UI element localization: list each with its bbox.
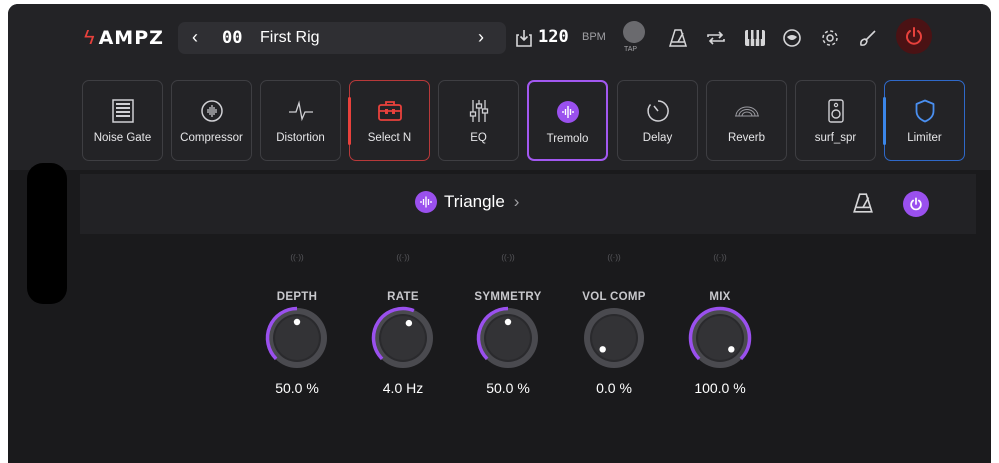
- metronome-icon[interactable]: [666, 26, 690, 50]
- knob-value: 4.0 Hz: [382, 380, 424, 396]
- pedal-label: EQ: [470, 132, 487, 144]
- pedal-compressor[interactable]: Compressor: [171, 80, 252, 161]
- pedal-reverb[interactable]: Reverb: [706, 80, 787, 161]
- download-icon[interactable]: [512, 26, 536, 50]
- mix-knob[interactable]: [687, 305, 753, 371]
- bpm-label: BPM: [582, 31, 606, 43]
- metronome-icon[interactable]: [852, 192, 874, 219]
- loop-icon[interactable]: [704, 26, 728, 50]
- knob-value: 50.0 %: [486, 380, 530, 396]
- pedal-noise-gate[interactable]: Noise Gate: [82, 80, 163, 161]
- pedal-surf-spr[interactable]: surf_spr: [795, 80, 876, 161]
- knob-pointer-dot: [293, 318, 301, 326]
- rig-selector[interactable]: ‹ 00 First Rig ›: [178, 22, 506, 54]
- rig-number: 00: [222, 28, 243, 48]
- app-window: ϟ AMPZ ‹ 00 First Rig › 120 BPM TAP Nois…: [8, 4, 991, 463]
- rig-name[interactable]: First Rig: [260, 29, 320, 47]
- tremolo-icon: [556, 100, 580, 124]
- tap-label: TAP: [624, 46, 638, 53]
- reverb-icon: [734, 99, 760, 123]
- pedal-select-n[interactable]: Select N: [348, 80, 430, 161]
- knob-symmetry: ((·)) SYMMETRY 50.0 %: [468, 249, 548, 399]
- effect-enable-button[interactable]: [903, 191, 929, 217]
- delay-icon: [646, 99, 670, 123]
- pedal-label: Select N: [367, 132, 412, 144]
- knob-vol-comp: ((·)) VOL COMP 0.0 %: [574, 249, 654, 399]
- pedal-delay[interactable]: Delay: [617, 80, 698, 161]
- knob-pointer-dot: [405, 319, 413, 327]
- pedal-label: Noise Gate: [93, 132, 152, 144]
- tap-tempo-button[interactable]: [623, 21, 645, 43]
- knob-label: DEPTH: [276, 291, 318, 303]
- knob-face: [381, 316, 425, 360]
- knob-face: [698, 316, 742, 360]
- piano-icon[interactable]: [743, 26, 767, 50]
- shield-icon: [915, 99, 935, 123]
- app-logo: ϟ AMPZ: [84, 25, 164, 51]
- pedal-eq[interactable]: EQ: [438, 80, 519, 161]
- speaker-icon: [827, 99, 845, 123]
- pedal-distortion[interactable]: Distortion: [260, 80, 341, 161]
- bolt-icon: ϟ: [84, 26, 95, 49]
- active-indicator: [883, 97, 886, 145]
- signal-icon: ((·)): [607, 253, 621, 262]
- pedal-label: Reverb: [727, 132, 766, 144]
- knob-label: VOL COMP: [582, 291, 646, 303]
- chevron-right-icon[interactable]: ›: [514, 192, 520, 212]
- knob-depth: ((·)) DEPTH 50.0 %: [257, 249, 337, 399]
- signal-icon: ((·)): [396, 253, 410, 262]
- knob-pointer-dot: [728, 346, 735, 353]
- pedal-tremolo[interactable]: Tremolo: [527, 80, 608, 161]
- pedal-limiter[interactable]: Limiter: [883, 80, 965, 161]
- knob-label: MIX: [709, 291, 731, 303]
- knob-rate: ((·)) RATE 4.0 Hz: [363, 249, 443, 399]
- rate-knob[interactable]: [370, 305, 436, 371]
- top-bar: ϟ AMPZ ‹ 00 First Rig › 120 BPM TAP: [8, 4, 991, 70]
- toolbox-icon: [377, 99, 403, 123]
- signal-icon: ((·)): [501, 253, 515, 262]
- bpm-value[interactable]: 120: [538, 27, 569, 47]
- vol-comp-knob[interactable]: [581, 305, 647, 371]
- pedal-label: Distortion: [276, 132, 325, 144]
- power-button[interactable]: [896, 18, 932, 54]
- tuner-icon[interactable]: [780, 26, 804, 50]
- power-icon: [906, 27, 922, 45]
- preset-row: Triangle ›: [80, 174, 976, 234]
- pedal-label: Compressor: [180, 132, 243, 144]
- drag-handle[interactable]: [27, 163, 67, 304]
- settings-gear-icon[interactable]: [818, 26, 842, 50]
- knob-label: RATE: [387, 291, 419, 303]
- power-icon: [910, 197, 922, 211]
- depth-knob[interactable]: [264, 305, 330, 371]
- guitar-icon[interactable]: [856, 26, 880, 50]
- knob-face: [592, 316, 636, 360]
- preset-name[interactable]: Triangle: [444, 192, 505, 212]
- next-rig-button[interactable]: ›: [478, 27, 484, 48]
- knob-mix: ((·)) MIX 100.0 %: [680, 249, 760, 399]
- knob-pointer-dot: [504, 318, 512, 326]
- eq-sliders-icon: [468, 99, 490, 123]
- knob-value: 100.0 %: [694, 380, 746, 396]
- active-indicator: [348, 97, 351, 145]
- signal-icon: ((·)): [290, 253, 304, 262]
- pedal-label: Tremolo: [546, 133, 589, 145]
- pedal-label: Delay: [642, 132, 673, 144]
- knob-value: 50.0 %: [275, 380, 319, 396]
- knob-pointer-dot: [599, 346, 606, 353]
- logo-text: AMPZ: [98, 27, 164, 49]
- knob-value: 0.0 %: [596, 380, 632, 396]
- noise-gate-icon: [111, 99, 134, 123]
- signal-icon: ((·)): [713, 253, 727, 262]
- preset-selector[interactable]: Triangle ›: [415, 191, 519, 213]
- previous-rig-button[interactable]: ‹: [192, 27, 198, 48]
- symmetry-knob[interactable]: [475, 305, 541, 371]
- distortion-icon: [288, 99, 314, 123]
- pedal-chain: Noise Gate Compressor Distortion Select …: [8, 70, 991, 170]
- pedal-label: Limiter: [907, 132, 942, 144]
- compressor-icon: [200, 99, 224, 123]
- tremolo-icon: [415, 191, 437, 213]
- pedal-label: surf_spr: [814, 132, 857, 144]
- knob-label: SYMMETRY: [474, 291, 542, 303]
